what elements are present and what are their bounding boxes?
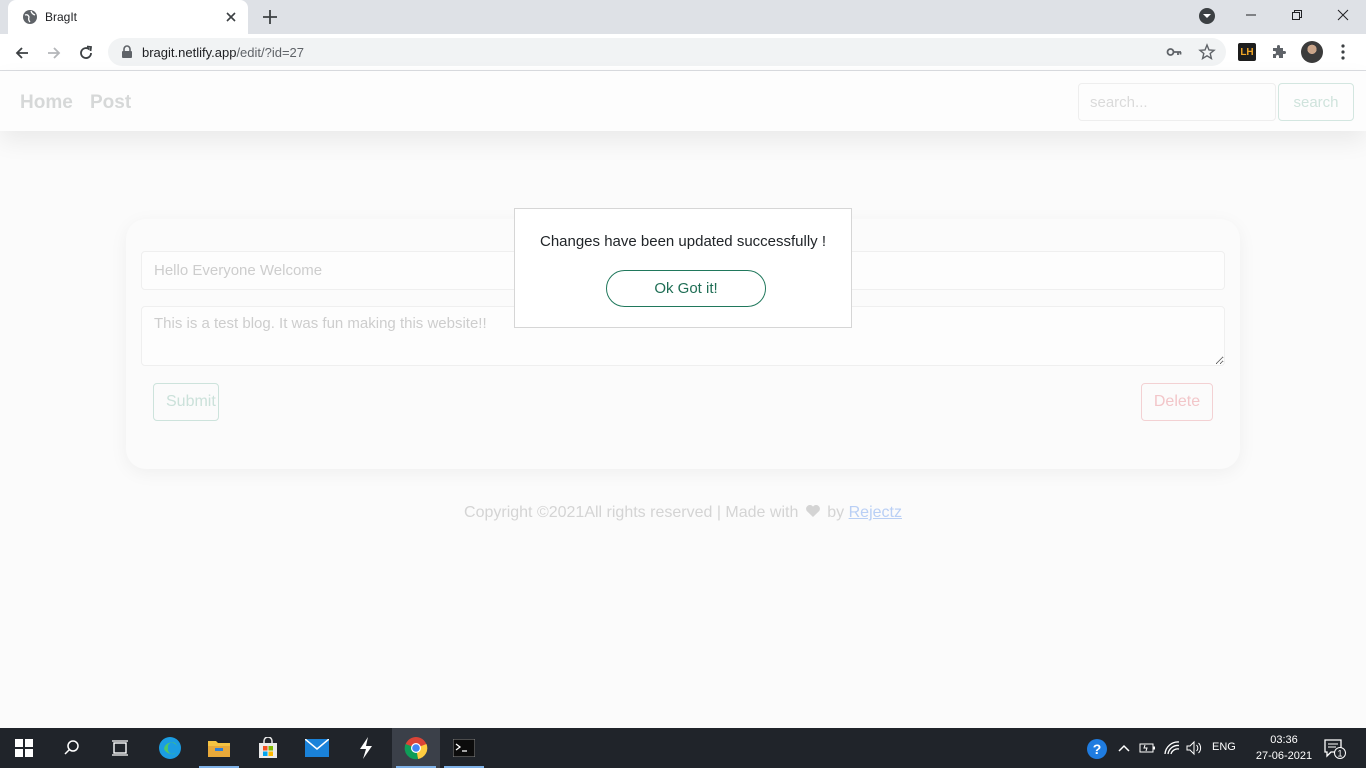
tab-search-icon[interactable] [1197, 6, 1217, 26]
close-icon [1337, 9, 1349, 21]
restore-icon [1292, 10, 1302, 20]
restore-window-button[interactable] [1274, 0, 1320, 30]
browser-toolbar: bragit.netlify.app/edit/?id=27 LH [0, 34, 1366, 71]
language-indicator[interactable]: ENG [1212, 741, 1236, 753]
help-icon[interactable]: ? [1086, 738, 1108, 760]
store-icon [259, 737, 277, 758]
search-icon [64, 740, 79, 755]
svg-text:?: ? [1093, 741, 1102, 757]
footer-copyright: Copyright ©2021All rights reserved | Mad… [464, 504, 799, 521]
edge-icon [159, 737, 181, 759]
footer-author-link[interactable]: Rejectz [849, 504, 902, 521]
tab-title: BragIt [45, 10, 78, 24]
minimize-window-button[interactable] [1228, 0, 1274, 30]
arrow-right-icon [48, 47, 61, 59]
clock-date: 27-06-2021 [1255, 750, 1313, 762]
new-tab-icon[interactable] [259, 6, 281, 28]
taskbar-store[interactable] [244, 728, 292, 768]
taskbar-file-explorer[interactable] [195, 728, 243, 768]
taskbar-edge[interactable] [146, 728, 194, 768]
taskbar-app-bolt[interactable] [342, 728, 390, 768]
folder-icon [208, 741, 230, 757]
wifi-icon[interactable] [1162, 738, 1182, 758]
taskbar-chrome[interactable] [392, 728, 440, 768]
taskbar-search-button[interactable] [48, 728, 96, 768]
notification-count: 1 [1337, 749, 1342, 759]
puzzle-icon[interactable] [1270, 43, 1288, 61]
notification-center-button[interactable]: 1 [1322, 736, 1346, 760]
footer-by: by [827, 504, 845, 521]
taskbar-terminal[interactable] [440, 728, 488, 768]
clock[interactable]: 03:36 27-06-2021 [1248, 732, 1320, 764]
address-bar[interactable]: bragit.netlify.app/edit/?id=27 [108, 38, 1226, 66]
task-view-button[interactable] [96, 728, 144, 768]
globe-icon [23, 10, 37, 24]
close-window-button[interactable] [1320, 0, 1366, 30]
footer: Copyright ©2021All rights reserved | Mad… [0, 504, 1366, 522]
tab-strip: BragIt [0, 0, 1366, 34]
page-content: Home Post search This is a test blog. It… [0, 71, 1366, 728]
windows-taskbar: ? ENG 03:36 27-06-2021 1 [0, 728, 1366, 768]
star-icon[interactable] [1198, 43, 1216, 61]
terminal-icon [453, 739, 475, 757]
reload-icon [80, 45, 93, 59]
reload-button[interactable] [75, 42, 97, 64]
chrome-icon [404, 737, 428, 760]
start-button[interactable] [0, 728, 48, 768]
arrow-left-icon [15, 47, 28, 59]
mail-icon [305, 739, 329, 757]
windows-logo-icon [15, 739, 33, 757]
volume-icon[interactable] [1184, 738, 1204, 758]
search-button[interactable]: search [1278, 83, 1354, 121]
browser-tab[interactable]: BragIt [8, 0, 248, 34]
ok-got-it-button[interactable]: Ok Got it! [606, 270, 766, 307]
close-tab-icon[interactable] [222, 8, 240, 26]
nav-post-link[interactable]: Post [90, 92, 131, 114]
heart-icon [805, 505, 820, 517]
clock-time: 03:36 [1270, 734, 1298, 746]
minimize-icon [1246, 14, 1256, 16]
nav-home-link[interactable]: Home [20, 92, 73, 114]
chevron-up-icon[interactable] [1114, 738, 1134, 758]
search-input[interactable] [1078, 83, 1276, 121]
profile-avatar[interactable] [1301, 41, 1323, 63]
back-button[interactable] [11, 42, 33, 64]
url-host: bragit.netlify.app [142, 45, 237, 60]
url-path: /edit/?id=27 [236, 45, 305, 60]
delete-button[interactable]: Delete [1141, 383, 1213, 421]
url-text: bragit.netlify.app/edit/?id=27 [142, 45, 304, 60]
success-modal: Changes have been updated successfully !… [514, 208, 852, 328]
lock-icon[interactable] [120, 45, 134, 59]
lighthouse-extension-icon[interactable]: LH [1238, 43, 1256, 61]
more-vert-icon[interactable] [1336, 43, 1350, 61]
submit-button[interactable]: Submit [153, 383, 219, 421]
site-navbar: Home Post search [0, 71, 1366, 131]
key-icon[interactable] [1166, 44, 1182, 60]
task-view-icon [112, 740, 128, 756]
battery-icon[interactable] [1138, 738, 1158, 758]
forward-button[interactable] [43, 42, 65, 64]
lightning-icon [360, 737, 372, 759]
taskbar-mail[interactable] [293, 728, 341, 768]
notification-icon: 1 [1324, 739, 1346, 759]
modal-message: Changes have been updated successfully ! [539, 233, 827, 250]
